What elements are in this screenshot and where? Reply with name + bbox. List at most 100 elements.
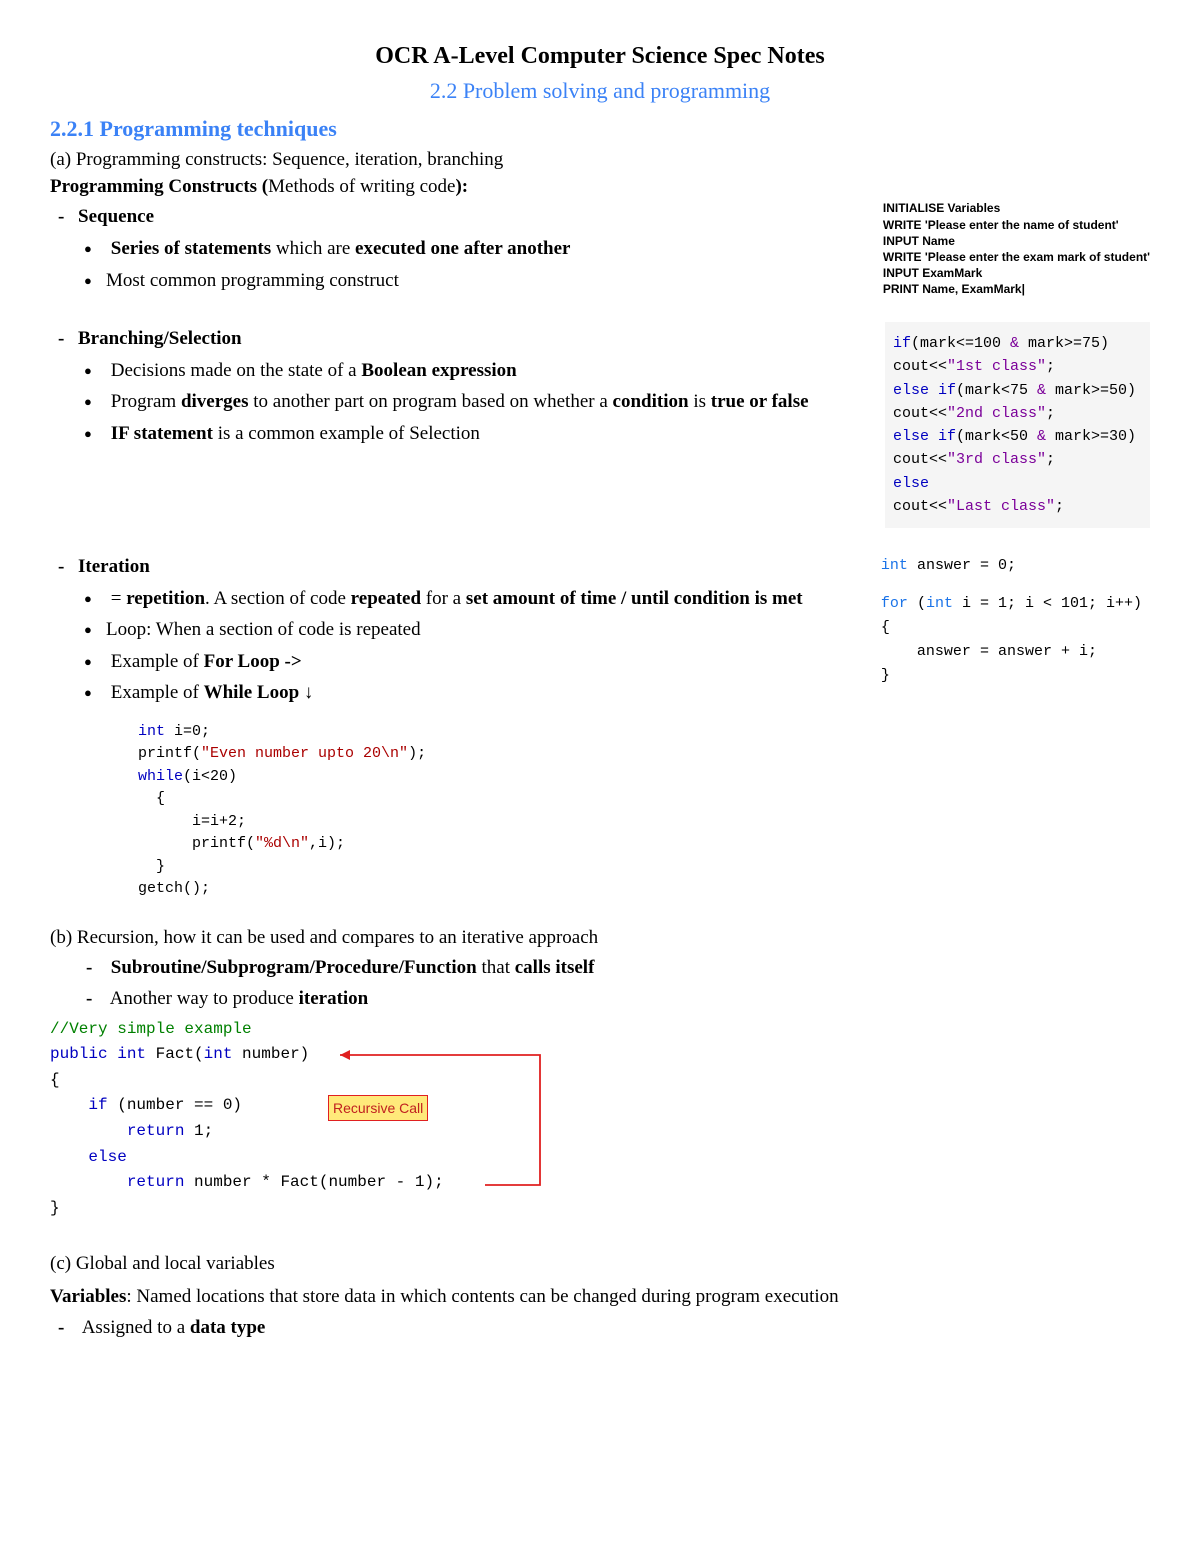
text: Fact(: [146, 1045, 204, 1063]
kw: return: [127, 1122, 185, 1140]
text: printf(: [138, 835, 255, 852]
sequence-pseudocode: INITIALISE Variables WRITE 'Please enter…: [875, 200, 1150, 297]
text: number): [232, 1045, 309, 1063]
code-line: }: [138, 856, 1150, 879]
recursion-bullet-1: Subroutine/Subprogram/Procedure/Function…: [106, 955, 1150, 982]
code-line: {: [50, 1068, 570, 1094]
text: Subroutine/Subprogram/Procedure/Function: [111, 957, 477, 978]
text: Decisions made on the state of a: [111, 360, 362, 381]
text: [50, 1096, 88, 1114]
spec-point-c: (c) Global and local variables: [50, 1251, 1150, 1278]
str: "%d\n": [255, 835, 309, 852]
branching-title: Branching/Selection: [78, 328, 242, 349]
code-line: PRINT Name, ExamMark|: [883, 282, 1025, 296]
code-line: INITIALISE Variables: [883, 201, 1000, 215]
code-line: INPUT ExamMark: [883, 266, 982, 280]
text: cout<<: [893, 358, 947, 375]
text: calls itself: [515, 957, 595, 978]
text: [50, 1148, 88, 1166]
recursion-bullet-2: Another way to produce iteration: [106, 986, 1150, 1013]
kw: int: [138, 723, 165, 740]
text: condition: [613, 391, 689, 412]
str: "Even number upto 20\n": [201, 745, 408, 762]
text: 1;: [184, 1122, 213, 1140]
kw: public: [50, 1045, 108, 1063]
kw: else if: [893, 428, 956, 445]
code-line: answer = answer + i;: [881, 640, 1142, 664]
text: true or false: [711, 391, 809, 412]
text: );: [408, 745, 426, 762]
kw: int: [117, 1045, 146, 1063]
page-title: OCR A-Level Computer Science Spec Notes: [50, 40, 1150, 74]
str: "3rd class": [947, 451, 1046, 468]
text: mark>=30): [1046, 428, 1136, 445]
text: repeated: [351, 588, 421, 609]
code-line: {: [138, 788, 1150, 811]
text: ;: [1046, 358, 1055, 375]
kw: else: [88, 1148, 126, 1166]
comment: //Very simple example: [50, 1020, 252, 1038]
text: Assigned to a: [82, 1317, 190, 1338]
text: iteration: [299, 988, 369, 1009]
for-loop-code: int answer = 0; for (int i = 1; i < 101;…: [873, 550, 1150, 692]
branching-bullet-3: IF statement is a common example of Sele…: [106, 420, 875, 448]
text: ;: [1046, 405, 1055, 422]
variables-definition: Variables: Named locations that store da…: [50, 1284, 1150, 1311]
text: mark>=75): [1019, 335, 1109, 352]
text: to another part on program based on whet…: [248, 391, 612, 412]
while-loop-code: int i=0; printf("Even number upto 20\n")…: [138, 721, 1150, 901]
str: "Last class": [947, 498, 1055, 515]
pc-label-close: ):: [455, 176, 468, 197]
text: Variables: [50, 1286, 126, 1307]
text: i = 1; i < 101; i++): [953, 595, 1142, 612]
kw: int: [204, 1045, 233, 1063]
iteration-bullet-3: Example of For Loop ->: [106, 648, 863, 676]
text: (number == 0): [108, 1096, 242, 1114]
text: Boolean expression: [361, 360, 516, 381]
text: answer = 0;: [908, 557, 1016, 574]
op: &: [1037, 382, 1046, 399]
text: [108, 1045, 118, 1063]
recursive-call-label: Recursive Call: [328, 1095, 428, 1123]
text: data type: [190, 1317, 265, 1338]
kw: int: [881, 557, 908, 574]
text: cout<<: [893, 405, 947, 422]
variables-bullet-1: Assigned to a data type: [78, 1315, 1150, 1342]
kw: return: [127, 1173, 185, 1191]
text: While Loop: [204, 682, 300, 703]
text: Program: [111, 391, 181, 412]
text: printf(: [138, 745, 201, 762]
branching-bullet-1: Decisions made on the state of a Boolean…: [106, 357, 875, 385]
text: IF statement: [111, 423, 213, 444]
kw: if: [88, 1096, 107, 1114]
text: [50, 1122, 127, 1140]
page-subtitle: 2.2 Problem solving and programming: [50, 76, 1150, 107]
text: ,i);: [309, 835, 345, 852]
text: number * Fact(number - 1);: [184, 1173, 443, 1191]
code-line: i=i+2;: [138, 811, 1150, 834]
text: ;: [1046, 451, 1055, 468]
sequence-bullet-2: Most common programming construct: [106, 267, 875, 295]
text: is: [689, 391, 711, 412]
text: which are: [271, 238, 355, 259]
sequence-title: Sequence: [78, 206, 154, 227]
text: (mark<75: [956, 382, 1037, 399]
pc-label-bold: Programming Constructs (: [50, 176, 268, 197]
code-line: WRITE 'Please enter the name of student': [883, 218, 1119, 232]
text: Example of: [111, 651, 204, 672]
spec-point-a: (a) Programming constructs: Sequence, it…: [50, 147, 1150, 174]
pc-label-rest: Methods of writing code: [268, 176, 455, 197]
code-line: {: [881, 616, 1142, 640]
text: mark>=50): [1046, 382, 1136, 399]
label-text: Recursive Call: [328, 1095, 428, 1121]
branching-bullet-2: Program diverges to another part on prog…: [106, 388, 875, 416]
programming-constructs-intro: Programming Constructs (Methods of writi…: [50, 174, 1150, 201]
text: executed one after another: [355, 238, 570, 259]
code-line: }: [881, 664, 1142, 688]
kw: int: [926, 595, 953, 612]
code-line: getch();: [138, 878, 1150, 901]
iteration-bullet-4: Example of While Loop ↓: [106, 679, 863, 707]
text: (mark<50: [956, 428, 1037, 445]
text: for a: [421, 588, 466, 609]
kw: while: [138, 768, 183, 785]
